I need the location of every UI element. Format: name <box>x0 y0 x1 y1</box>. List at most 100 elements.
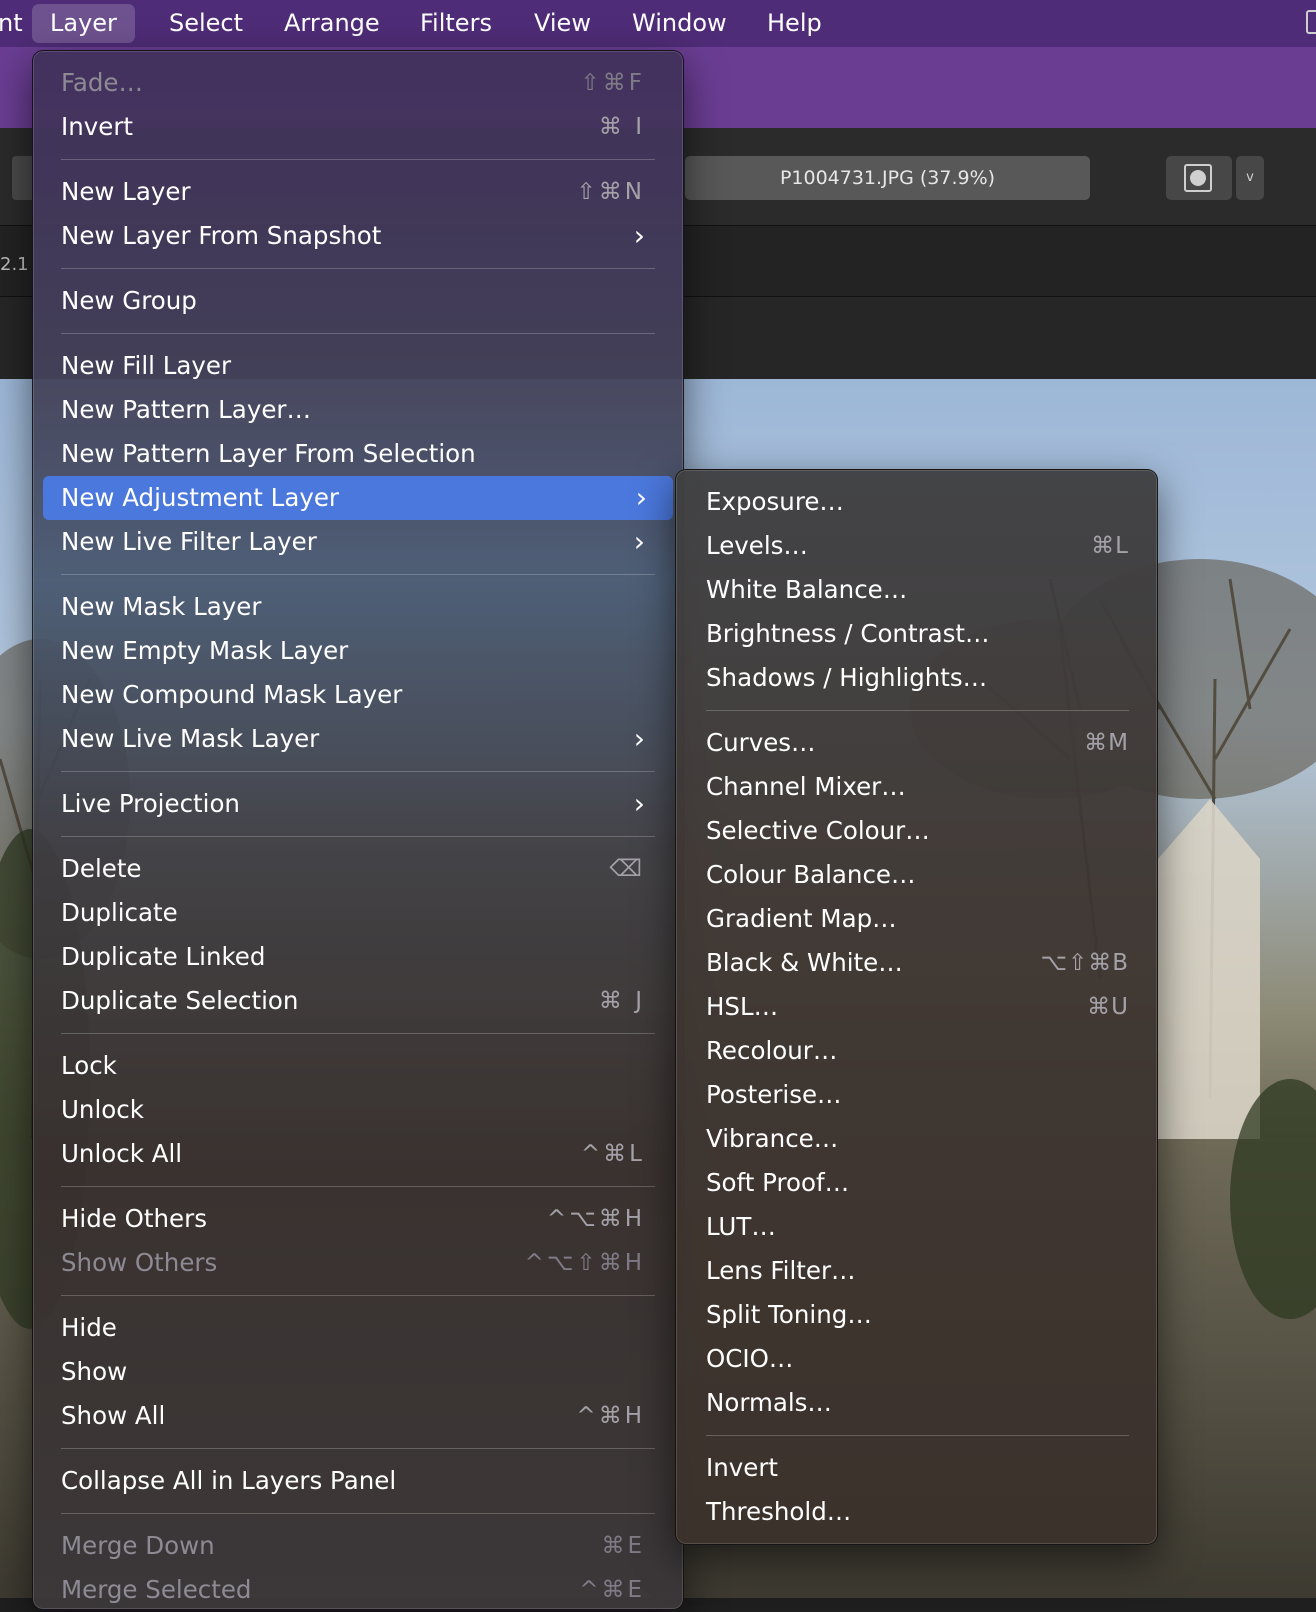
layer-menu: Fade… ⇧⌘F Invert ⌘ I New Layer ⇧⌘N New L… <box>32 50 684 1610</box>
submenu-item-recolour[interactable]: Recolour… <box>676 1029 1157 1073</box>
menu-item-label: Exposure… <box>706 487 844 516</box>
menu-item-collapse-all[interactable]: Collapse All in Layers Panel <box>33 1459 683 1503</box>
menu-item-new-mask-layer[interactable]: New Mask Layer <box>33 585 683 629</box>
shortcut-label: ^⌘L <box>580 1141 645 1167</box>
menu-item-label: Colour Balance… <box>706 860 916 889</box>
circle-in-square-icon-dot <box>1190 170 1206 186</box>
shortcut-label: ⌘M <box>1084 730 1129 756</box>
shortcut-label: ⇧⌘F <box>580 70 645 96</box>
menu-item-label: White Balance… <box>706 575 908 604</box>
submenu-item-invert[interactable]: Invert <box>676 1446 1157 1490</box>
menu-item-label: Merge Down <box>61 1531 215 1560</box>
submenu-item-ocio[interactable]: OCIO… <box>676 1337 1157 1381</box>
submenu-item-posterise[interactable]: Posterise… <box>676 1073 1157 1117</box>
submenu-item-lens-filter[interactable]: Lens Filter… <box>676 1249 1157 1293</box>
menu-item-lock[interactable]: Lock <box>33 1044 683 1088</box>
menu-item-show-others: Show Others ^⌥⇧⌘H <box>33 1241 683 1285</box>
submenu-item-levels[interactable]: Levels… ⌘L <box>676 524 1157 568</box>
submenu-item-curves[interactable]: Curves… ⌘M <box>676 721 1157 765</box>
menu-item-label: Shadows / Highlights… <box>706 663 988 692</box>
menubar-item-window[interactable]: Window <box>614 4 745 43</box>
menu-item-duplicate-selection[interactable]: Duplicate Selection ⌘ J <box>33 979 683 1023</box>
submenu-item-hsl[interactable]: HSL… ⌘U <box>676 985 1157 1029</box>
submenu-item-colour-balance[interactable]: Colour Balance… <box>676 853 1157 897</box>
menu-item-new-pattern-layer[interactable]: New Pattern Layer… <box>33 388 683 432</box>
menu-item-label: Curves… <box>706 728 816 757</box>
menu-item-show-all[interactable]: Show All ^⌘H <box>33 1394 683 1438</box>
menu-item-new-fill-layer[interactable]: New Fill Layer <box>33 344 683 388</box>
menu-bar: nt Layer Select Arrange Filters View Win… <box>0 0 1316 47</box>
chevron-right-icon: › <box>633 219 645 252</box>
submenu-item-exposure[interactable]: Exposure… <box>676 480 1157 524</box>
menubar-item-arrange[interactable]: Arrange <box>266 4 398 43</box>
menu-item-merge-down: Merge Down ⌘E <box>33 1524 683 1568</box>
submenu-item-lut[interactable]: LUT… <box>676 1205 1157 1249</box>
menu-item-label: New Empty Mask Layer <box>61 636 349 665</box>
menu-item-label: LUT… <box>706 1212 776 1241</box>
menu-item-label: Delete <box>61 854 142 883</box>
menu-item-new-live-mask-layer[interactable]: New Live Mask Layer › <box>33 717 683 761</box>
submenu-item-shadows-highlights[interactable]: Shadows / Highlights… <box>676 656 1157 700</box>
menubar-item-filters[interactable]: Filters <box>402 4 510 43</box>
menu-item-hide-others[interactable]: Hide Others ^⌥⌘H <box>33 1197 683 1241</box>
menu-item-new-adjustment-layer[interactable]: New Adjustment Layer › <box>43 476 673 520</box>
menu-item-duplicate[interactable]: Duplicate <box>33 891 683 935</box>
menu-item-new-empty-mask-layer[interactable]: New Empty Mask Layer <box>33 629 683 673</box>
menu-item-new-live-filter-layer[interactable]: New Live Filter Layer › <box>33 520 683 564</box>
menu-item-hide[interactable]: Hide <box>33 1306 683 1350</box>
menu-item-label: Recolour… <box>706 1036 838 1065</box>
menu-item-show[interactable]: Show <box>33 1350 683 1394</box>
shortcut-label: ⌘ I <box>598 114 645 140</box>
menu-item-label: HSL… <box>706 992 779 1021</box>
submenu-item-selective-colour[interactable]: Selective Colour… <box>676 809 1157 853</box>
menu-item-delete[interactable]: Delete ⌫ <box>33 847 683 891</box>
menu-separator <box>61 333 655 334</box>
menu-item-label: Fade… <box>61 68 143 97</box>
menu-item-duplicate-linked[interactable]: Duplicate Linked <box>33 935 683 979</box>
menu-item-unlock[interactable]: Unlock <box>33 1088 683 1132</box>
menu-item-new-pattern-layer-from-selection[interactable]: New Pattern Layer From Selection <box>33 432 683 476</box>
submenu-item-normals[interactable]: Normals… <box>676 1381 1157 1425</box>
menu-item-invert[interactable]: Invert ⌘ I <box>33 105 683 149</box>
toolbar-button-fragment[interactable] <box>12 156 32 200</box>
submenu-item-brightness-contrast[interactable]: Brightness / Contrast… <box>676 612 1157 656</box>
window-icon[interactable] <box>1306 10 1316 34</box>
submenu-item-threshold[interactable]: Threshold… <box>676 1490 1157 1534</box>
submenu-item-vibrance[interactable]: Vibrance… <box>676 1117 1157 1161</box>
menu-item-live-projection[interactable]: Live Projection › <box>33 782 683 826</box>
submenu-item-channel-mixer[interactable]: Channel Mixer… <box>676 765 1157 809</box>
view-mode-button[interactable] <box>1166 156 1232 200</box>
menu-item-unlock-all[interactable]: Unlock All ^⌘L <box>33 1132 683 1176</box>
menu-item-label: Hide Others <box>61 1204 207 1233</box>
shortcut-label: ^⌘H <box>576 1403 645 1429</box>
chevron-right-icon: › <box>633 722 645 755</box>
submenu-item-white-balance[interactable]: White Balance… <box>676 568 1157 612</box>
toolbar-value-fragment: 2.1 <box>0 254 29 275</box>
menu-item-label: New Adjustment Layer <box>61 483 339 512</box>
menu-item-new-layer[interactable]: New Layer ⇧⌘N <box>33 170 683 214</box>
shortcut-label: ⇧⌘N <box>576 179 645 205</box>
submenu-item-split-toning[interactable]: Split Toning… <box>676 1293 1157 1337</box>
menu-item-label: Show <box>61 1357 128 1386</box>
menubar-item-help[interactable]: Help <box>749 4 840 43</box>
menu-item-label: Show All <box>61 1401 166 1430</box>
submenu-item-gradient-map[interactable]: Gradient Map… <box>676 897 1157 941</box>
menu-item-label: Duplicate Linked <box>61 942 266 971</box>
menu-item-new-group[interactable]: New Group <box>33 279 683 323</box>
menu-item-new-compound-mask-layer[interactable]: New Compound Mask Layer <box>33 673 683 717</box>
menubar-item-view[interactable]: View <box>516 4 609 43</box>
menu-item-label: Unlock <box>61 1095 144 1124</box>
menubar-item-select[interactable]: Select <box>151 4 261 43</box>
chevron-right-icon: › <box>635 481 647 514</box>
submenu-item-black-white[interactable]: Black & White… ⌥⇧⌘B <box>676 941 1157 985</box>
submenu-item-soft-proof[interactable]: Soft Proof… <box>676 1161 1157 1205</box>
view-mode-dropdown[interactable]: v <box>1236 156 1264 200</box>
menu-item-new-layer-from-snapshot[interactable]: New Layer From Snapshot › <box>33 214 683 258</box>
menu-item-label: Hide <box>61 1313 117 1342</box>
menubar-item-layer[interactable]: Layer <box>32 4 135 43</box>
menu-item-label: New Group <box>61 286 197 315</box>
document-title[interactable]: P1004731.JPG (37.9%) <box>685 156 1090 200</box>
menu-item-label: New Fill Layer <box>61 351 232 380</box>
menu-separator <box>61 1186 655 1187</box>
shortcut-label: ⌘E <box>601 1533 645 1559</box>
